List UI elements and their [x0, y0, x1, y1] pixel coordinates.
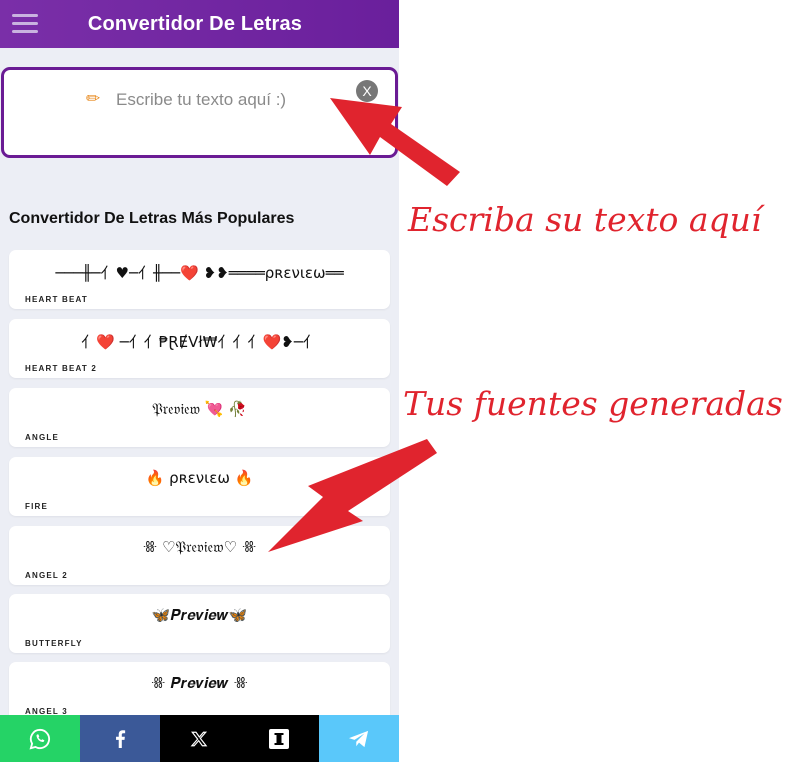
arrow-to-input: [330, 98, 460, 186]
arrow-to-fonts: [268, 439, 437, 552]
annotation-arrows: [268, 98, 460, 552]
